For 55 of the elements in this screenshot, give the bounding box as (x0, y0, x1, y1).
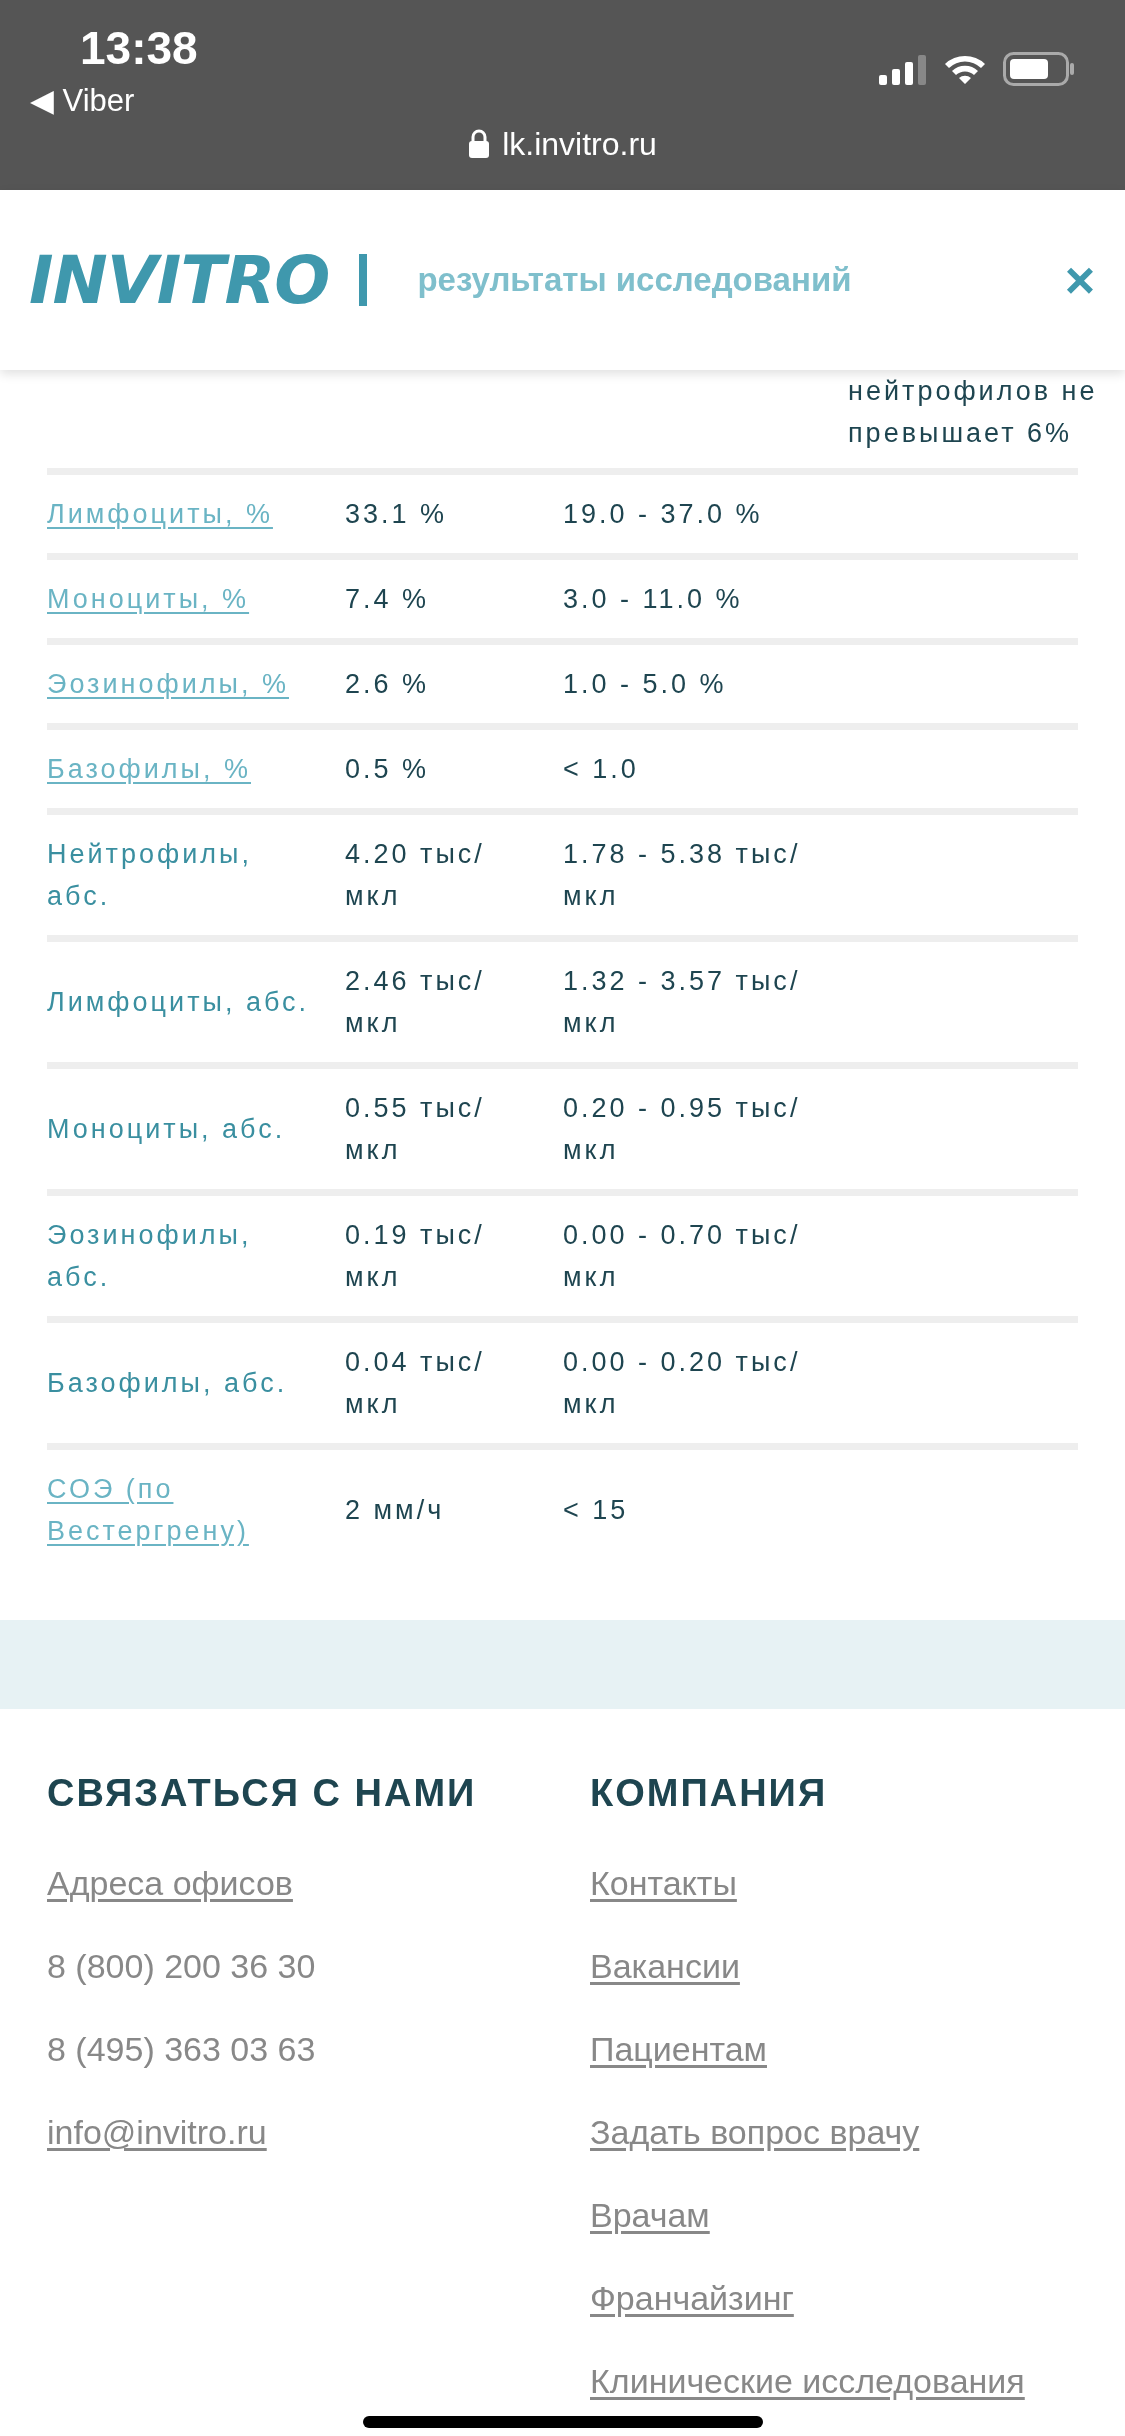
footer-link[interactable]: Врачам (590, 2190, 710, 2241)
reference-range: 19.0 - 37.0 % (563, 498, 764, 531)
clock-time: 13:38 (80, 21, 198, 76)
test-name[interactable]: Лимфоциты, % (47, 493, 315, 535)
result-value: 0.5 % (345, 753, 431, 786)
result-value: 0.55 тыс/мкл (345, 1092, 486, 1167)
footer-heading: КОМПАНИЯ (590, 1771, 828, 1816)
reference-range: 1.0 - 5.0 % (563, 668, 728, 701)
test-name: Эозинофилы, абс. (47, 1219, 253, 1294)
test-name[interactable]: Моноциты, % (47, 578, 315, 620)
result-value: 33.1 % (345, 498, 449, 531)
footer-link[interactable]: Франчайзинг (590, 2273, 794, 2324)
signal-icon (879, 53, 927, 85)
close-button[interactable]: × (1064, 254, 1095, 306)
test-name: Моноциты, абс. (47, 1113, 287, 1146)
footer-link[interactable]: Контакты (590, 1858, 737, 1909)
test-name[interactable]: Эозинофилы, % (47, 663, 315, 705)
result-value: 2 мм/ч (345, 1494, 446, 1527)
test-name[interactable]: Базофилы, % (47, 748, 315, 790)
reference-range: 0.00 - 0.20 тыс/мкл (563, 1346, 802, 1421)
reference-range: 1.78 - 5.38 тыс/мкл (563, 838, 802, 913)
reference-range: < 1.0 (563, 753, 640, 786)
result-value: 0.04 тыс/мкл (345, 1346, 486, 1421)
footer-link[interactable]: Клинические исследования (590, 2356, 1025, 2407)
test-name: Нейтрофилы, абс. (47, 838, 253, 913)
note-text: превышает 6% (848, 417, 1074, 450)
result-value: 0.19 тыс/мкл (345, 1219, 486, 1294)
phone-number: 8 (495) 363 03 63 (47, 2029, 317, 2070)
reference-range: 0.20 - 0.95 тыс/мкл (563, 1092, 802, 1167)
back-to-app-link[interactable]: ◀ Viber (30, 78, 135, 125)
wifi-icon (943, 53, 987, 85)
note-text: нейтрофилов не (848, 375, 1099, 408)
footer-link[interactable]: info@invitro.ru (47, 2107, 590, 2158)
invitro-logo[interactable]: INVITRO (29, 230, 330, 330)
footer-link[interactable]: Адреса офисов (47, 1858, 590, 1909)
section-title: результаты исследований (417, 260, 852, 301)
reference-range: 0.00 - 0.70 тыс/мкл (563, 1219, 802, 1294)
lock-icon (468, 129, 491, 159)
footer-link[interactable]: Пациентам (590, 2024, 767, 2075)
phone-number: 8 (800) 200 36 30 (47, 1946, 317, 1987)
reference-range: 1.32 - 3.57 тыс/мкл (563, 965, 802, 1040)
test-name: Лимфоциты, абс. (47, 986, 311, 1019)
result-value: 2.46 тыс/мкл (345, 965, 486, 1040)
footer-link[interactable]: Вакансии (590, 1941, 740, 1992)
footer-heading: СВЯЗАТЬСЯ С НАМИ (47, 1771, 478, 1816)
footer-link[interactable]: Задать вопрос врачу (590, 2107, 920, 2158)
result-value: 4.20 тыс/мкл (345, 838, 486, 913)
result-value: 7.4 % (345, 583, 431, 616)
reference-range: 3.0 - 11.0 % (563, 583, 744, 616)
test-name[interactable]: СОЭ (по Вестергрену) (47, 1468, 315, 1552)
result-value: 2.6 % (345, 668, 431, 701)
reference-range: < 15 (563, 1494, 630, 1527)
test-name: Базофилы, абс. (47, 1367, 289, 1400)
page-url: lk.invitro.ru (502, 125, 657, 164)
battery-icon (1003, 52, 1075, 86)
